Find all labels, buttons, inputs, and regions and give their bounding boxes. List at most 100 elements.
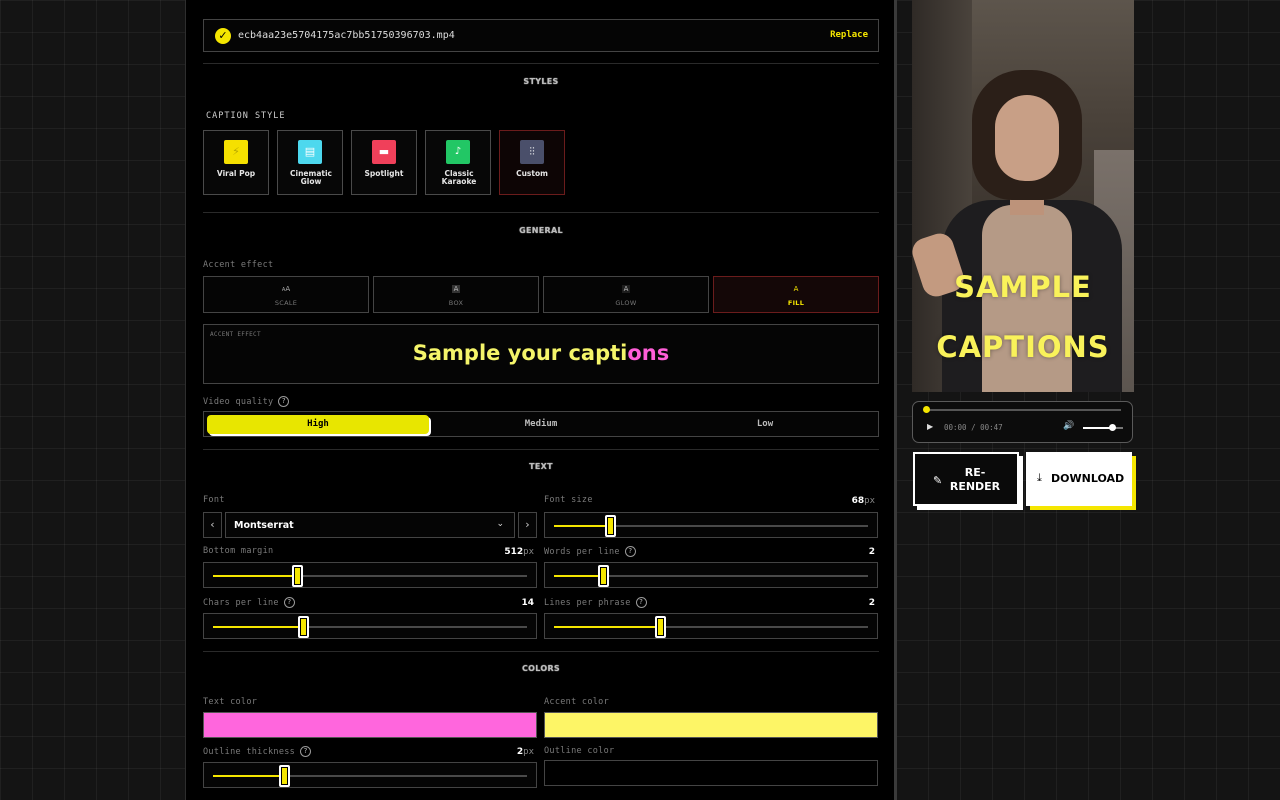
outline-thickness-unit: px — [523, 747, 534, 757]
preview-label: ACCENT EFFECT — [210, 331, 261, 338]
words-per-line-slider[interactable] — [544, 562, 878, 588]
effect-name: SCALE — [274, 299, 298, 307]
quality-medium[interactable]: Medium — [429, 412, 653, 436]
font-prev-button[interactable]: ‹ — [203, 512, 222, 538]
download-button[interactable]: ⤓ DOWNLOAD — [1026, 452, 1132, 506]
video-preview[interactable]: SAMPLE CAPTIONS — [912, 0, 1134, 392]
slider-thumb[interactable] — [279, 765, 291, 787]
chevron-left-icon: ‹ — [210, 518, 215, 531]
font-size-slider[interactable] — [544, 512, 878, 538]
bottom-margin-unit: px — [523, 547, 534, 557]
slider-thumb[interactable] — [598, 565, 610, 587]
help-icon[interactable]: ? — [300, 746, 312, 757]
words-per-line-label: Words per line? — [544, 546, 636, 557]
volume-handle[interactable] — [1109, 424, 1116, 431]
font-next-button[interactable]: › — [518, 512, 537, 538]
section-title-styles: STYLES — [523, 77, 559, 86]
style-card-cinematic-glow[interactable]: ▤ Cinematic Glow — [277, 130, 343, 195]
download-icon: ⤓ — [1037, 471, 1042, 484]
effect-box-button[interactable]: A BOX — [373, 276, 539, 313]
style-card-custom[interactable]: ⫶⫶ Custom — [499, 130, 565, 195]
style-card-viral-pop[interactable]: ⚡ Viral Pop — [203, 130, 269, 195]
font-value: Montserrat — [234, 520, 294, 531]
section-title-colors: COLORS — [521, 664, 560, 673]
quality-low[interactable]: Low — [653, 412, 877, 436]
help-icon[interactable]: ? — [278, 396, 290, 407]
lines-per-phrase-slider[interactable] — [544, 613, 878, 639]
effect-scale-button[interactable]: AA SCALE — [203, 276, 369, 313]
caption-line-1: SAMPLE — [954, 270, 1092, 304]
sliders-icon: ⫶⫶ — [520, 140, 544, 164]
slider-thumb[interactable] — [654, 616, 666, 638]
slider-fill — [213, 626, 305, 628]
replace-button[interactable]: Replace — [830, 30, 868, 40]
bottom-margin-slider[interactable] — [203, 562, 537, 588]
outline-thickness-label: Outline thickness? — [203, 746, 312, 757]
volume-icon[interactable]: 🔊 — [1063, 421, 1074, 431]
spotlight-icon: ▬ — [372, 140, 396, 164]
effect-name: GLOW — [615, 299, 637, 307]
chars-per-line-slider[interactable] — [203, 613, 537, 639]
words-per-line-text: Words per line — [544, 547, 620, 557]
effect-name: BOX — [448, 299, 464, 307]
slider-thumb[interactable] — [604, 515, 616, 537]
film-icon: ▤ — [298, 140, 322, 164]
rerender-button[interactable]: ✎ RE- RENDER — [913, 452, 1019, 506]
progress-bar[interactable] — [925, 409, 1121, 411]
play-icon[interactable]: ▶ — [927, 422, 933, 431]
bottom-margin-value: 512px — [504, 547, 534, 557]
font-size-label: Font size — [544, 495, 593, 505]
preview-text: Sample your captions — [204, 341, 878, 365]
effect-fill-button[interactable]: A FILL — [713, 276, 879, 313]
help-icon[interactable]: ? — [635, 597, 647, 608]
video-quality-selector: High Medium Low — [203, 411, 879, 437]
bottom-margin-number: 512 — [504, 547, 524, 557]
style-name: Cinematic Glow — [290, 169, 332, 186]
style-name: Classic Karaoke — [441, 169, 477, 186]
glow-icon: A — [621, 285, 631, 293]
chars-per-line-text: Chars per line — [203, 598, 279, 608]
chevron-right-icon: › — [525, 518, 530, 531]
outline-thickness-slider[interactable] — [203, 762, 537, 788]
fill-icon: A — [793, 285, 799, 293]
slider-thumb[interactable] — [298, 616, 310, 638]
chars-per-line-value: 14 — [521, 598, 534, 608]
lines-per-phrase-label: Lines per phrase? — [544, 597, 647, 608]
preview-text-main: Sample your capti — [412, 341, 628, 365]
divider — [203, 212, 879, 213]
font-size-unit: px — [864, 496, 875, 506]
accent-color-swatch[interactable] — [544, 712, 878, 738]
effect-glow-button[interactable]: A GLOW — [543, 276, 709, 313]
divider — [203, 449, 879, 450]
slider-thumb[interactable] — [291, 565, 303, 587]
font-select[interactable]: Montserrat ⌄ — [225, 512, 515, 538]
caption-line-2: CAPTIONS — [936, 330, 1110, 364]
section-title-text: TEXT — [529, 462, 553, 471]
rerender-line: RENDER — [949, 480, 1001, 493]
bottom-margin-label: Bottom margin — [203, 546, 274, 556]
caption-style-label: CAPTION STYLE — [206, 111, 286, 121]
help-icon[interactable]: ? — [624, 546, 636, 557]
chars-per-line-label: Chars per line? — [203, 597, 295, 608]
style-card-classic-karaoke[interactable]: ♪ Classic Karaoke — [425, 130, 491, 195]
font-size-number: 68 — [851, 496, 865, 506]
progress-handle[interactable] — [923, 406, 930, 413]
slider-fill — [554, 575, 605, 577]
font-size-value: 68px — [852, 496, 875, 506]
chevron-down-icon: ⌄ — [496, 519, 504, 529]
box-icon: A — [451, 285, 461, 293]
style-card-spotlight[interactable]: ▬ Spotlight — [351, 130, 417, 195]
slider-fill — [213, 775, 286, 777]
divider — [203, 63, 879, 64]
video-quality-text: Video quality — [203, 397, 274, 407]
uploaded-file-row: ✓ ecb4aa23e5704175ac7bb51750396703.mp4 R… — [203, 19, 879, 52]
divider — [203, 651, 879, 652]
rerender-line: RE- — [964, 466, 986, 479]
text-color-swatch[interactable] — [203, 712, 537, 738]
quality-high[interactable]: High — [207, 415, 429, 434]
slider-fill — [554, 525, 611, 527]
font-label: Font — [203, 495, 225, 505]
outline-color-swatch[interactable] — [544, 760, 878, 786]
slider-fill — [554, 626, 661, 628]
help-icon[interactable]: ? — [283, 597, 295, 608]
